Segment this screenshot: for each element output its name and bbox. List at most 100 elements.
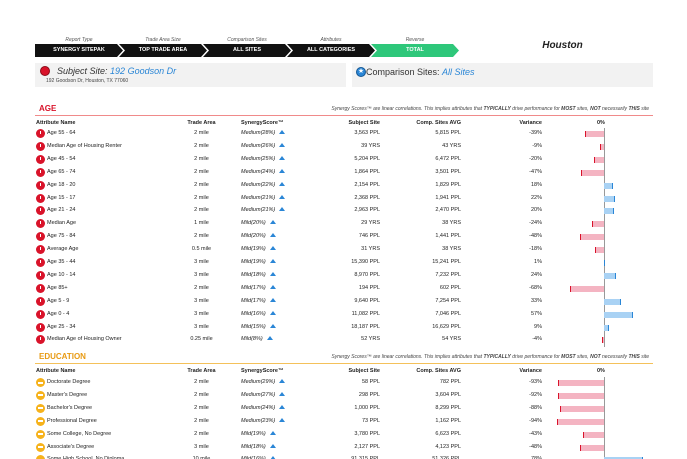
wizard-step-caption: Reverse [405, 37, 425, 43]
table-row[interactable]: Age 0 - 4 3 mile 11,082 PPL 7,046 PPL 57% Mil… [35, 309, 653, 322]
attribute-name: Age 21 - 24 [47, 207, 76, 214]
synergy-score-pct: (22%) [260, 181, 276, 188]
subject-site-title: Subject Site: 192 Goodson Dr [57, 66, 177, 76]
synergy-score-level: Medium [241, 130, 261, 136]
table-row[interactable]: Professional Degree 2 mile 73 PPL 1,162 PPL… [35, 416, 653, 429]
synergy-score-level: Medium [241, 417, 261, 424]
section-header-age: AGE Synergy Scores™ are linear correlatio… [35, 103, 653, 116]
up-triangle-icon [279, 194, 286, 199]
table-row[interactable]: Doctorate Degree 2 mile 58 PPL 782 PPL -93% M… [35, 377, 653, 390]
synergy-score-level: Mild [241, 443, 252, 450]
section-note-part: NOT [590, 106, 601, 112]
col-variance: Variance [519, 368, 542, 374]
variance-bar [584, 131, 604, 137]
variance-bar-edge [604, 260, 605, 266]
table-row[interactable]: Master's Degree 2 mile 298 PPL 3,604 PPL -92… [35, 390, 653, 403]
synergy-score-pct: (20%) [251, 233, 266, 240]
trade-area: 2 mile [194, 391, 209, 398]
subject-site-link[interactable]: 192 Goodson Dr [110, 66, 176, 76]
up-triangle-icon [269, 259, 276, 263]
education-category-icon [36, 429, 45, 439]
variance-value: 1% [534, 259, 542, 265]
table-row[interactable]: Some College, No Degree 2 mile 3,780 PPL 6,… [35, 429, 653, 442]
comp-sites-avg: 6,472 PPL [435, 155, 461, 162]
trade-area: 3 mile [194, 323, 209, 330]
table-row[interactable]: Age 21 - 24 2 mile 2,963 PPL 2,470 PPL 20% Me… [35, 205, 653, 218]
synergy-score-level: Medium [241, 379, 261, 385]
age-category-icon [36, 219, 45, 229]
table-row[interactable]: Age 25 - 34 3 mile 18,187 PPL 16,629 PPL 9% M… [35, 322, 653, 335]
comp-sites-avg: 7,232 PPL [435, 271, 461, 278]
table-row[interactable]: Median Age of Housing Renter 2 mile 39 YRS… [35, 141, 653, 154]
trade-area: 2 mile [194, 430, 209, 437]
section-note-part: sites, [575, 106, 591, 112]
synergy-score-level: Mild [241, 259, 252, 265]
table-row[interactable]: Age 5 - 9 3 mile 9,640 PPL 7,254 PPL 33% Mild… [35, 296, 653, 309]
table-row[interactable]: Age 85+ 2 mile 194 PPL 602 PPL -68% Mild(17%) [35, 283, 653, 296]
subject-site-value: 298 PPL [358, 391, 380, 398]
synergy-score-pct: (19%) [251, 430, 266, 437]
table-row[interactable]: Age 10 - 14 3 mile 8,970 PPL 7,232 PPL 24% Mi… [35, 270, 653, 283]
synergy-score: Mild(18%) [241, 443, 276, 450]
wizard-step-4[interactable]: Attributes ALL CATEGORIES [287, 37, 375, 59]
wizard-step-1[interactable]: Report Type SYNERGY SITEPAK [35, 37, 123, 59]
table-row[interactable]: Age 18 - 20 2 mile 2,154 PPL 1,829 PPL 18% Me… [35, 180, 653, 193]
col-zero-axis-label: 0% [597, 368, 605, 374]
synergy-score-level: Medium [241, 391, 261, 398]
subject-site-value: 31 YRS [361, 246, 380, 253]
table-row[interactable]: Average Age 0.5 mile 31 YRS 38 YRS -18% Mild(… [35, 244, 653, 257]
wizard-step-caption: Report Type [65, 37, 93, 43]
synergy-score-level: Medium [241, 404, 261, 411]
synergy-score-pct: (27%) [260, 391, 276, 398]
attribute-name: Associate's Degree [47, 443, 95, 450]
trade-area: 2 mile [194, 284, 209, 291]
up-triangle-icon [269, 284, 276, 289]
table-row[interactable]: Age 35 - 44 3 mile 15,390 PPL 15,241 PPL 1% M… [35, 257, 653, 270]
subject-site-value: 2,368 PPL [354, 194, 380, 201]
synergy-score-level: Medium [241, 155, 261, 162]
table-row[interactable]: Age 75 - 84 2 mile 746 PPL 1,441 PPL -48% Mil… [35, 231, 653, 244]
variance-bar-edge [619, 298, 621, 305]
col-variance: Variance [519, 120, 542, 126]
trade-area: 2 mile [194, 130, 209, 136]
table-row[interactable]: Associate's Degree 3 mile 2,127 PPL 4,123 P… [35, 442, 653, 455]
table-row[interactable]: Median Age 1 mile 29 YRS 38 YRS -24% Mild(20%… [35, 218, 653, 231]
table-row[interactable]: Some High School, No Diploma10 mile91,31… [35, 454, 653, 459]
col-subject-site: Subject Site [348, 368, 380, 374]
up-triangle-icon [279, 142, 286, 147]
trade-area: 2 mile [194, 194, 209, 201]
trade-area: 3 mile [194, 271, 209, 278]
up-triangle-icon [279, 391, 286, 396]
synergy-score-level: Medium [241, 181, 261, 188]
section-note-part: Synergy Scores™ are linear correlations.… [331, 106, 484, 112]
col-comp-sites-avg: Comp. Sites AVG [416, 120, 461, 126]
synergy-score-level: Mild [241, 220, 252, 227]
wizard-step-2[interactable]: Trade Area Size TOP TRADE AREA [119, 37, 207, 59]
variance-value: -48% [529, 443, 542, 450]
col-subject-site: Subject Site [348, 120, 380, 126]
attribute-name: Median Age of Housing Owner [47, 336, 122, 343]
synergy-score: Mild(15%) [241, 323, 276, 330]
variance-value: -94% [529, 417, 542, 424]
attribute-name: Master's Degree [47, 391, 88, 398]
table-row[interactable]: Age 45 - 54 2 mile 5,204 PPL 6,472 PPL -20% M… [35, 154, 653, 167]
table-row[interactable]: Age 15 - 17 2 mile 2,368 PPL 1,941 PPL 22% Me… [35, 193, 653, 206]
table-row[interactable]: Age 55 - 64 2 mile 3,563 PPL 5,815 PPL -39% M… [35, 128, 653, 141]
variance-value: 18% [530, 181, 542, 188]
comparison-sites-link[interactable]: All Sites [442, 67, 475, 77]
table-row[interactable]: Median Age of Housing Owner 0.25 mile 52 Y… [35, 334, 653, 347]
variance-bar [580, 234, 604, 241]
wizard-step-label: SYNERGY SITEPAK [53, 47, 105, 53]
synergy-score-pct: (21%) [260, 194, 276, 201]
wizard-step-caption: Trade Area Size [145, 37, 181, 43]
subject-site-value: 39 YRS [361, 142, 380, 149]
variance-value: -24% [529, 220, 542, 227]
age-category-icon [36, 309, 45, 319]
synergy-score: Medium(29%) [241, 379, 286, 385]
column-header-row: Attribute Name Trade Area SynergyScore™ Sub… [35, 119, 653, 128]
synergy-score: Mild(17%) [241, 284, 276, 291]
table-row[interactable]: Age 65 - 74 2 mile 1,864 PPL 3,501 PPL -47% M… [35, 167, 653, 180]
wizard-step-3[interactable]: Comparison Sites ALL SITES [203, 37, 291, 59]
wizard-step-5[interactable]: Reverse TOTAL [371, 37, 459, 59]
table-row[interactable]: Bachelor's Degree 2 mile 1,000 PPL 8,299 PP… [35, 403, 653, 416]
